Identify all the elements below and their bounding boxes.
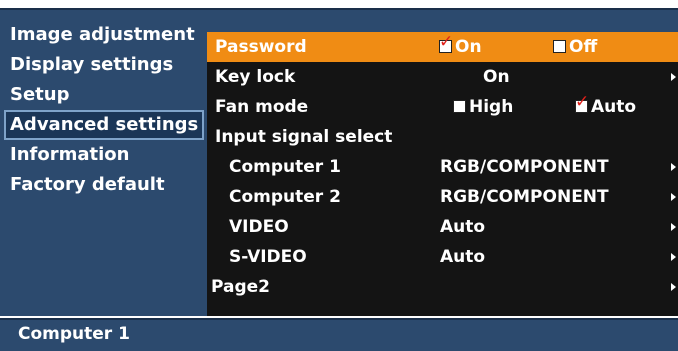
sidebar: Image adjustment Display settings Setup … xyxy=(4,20,204,200)
password-label: Password xyxy=(215,37,307,57)
video-row[interactable]: VIDEO Auto xyxy=(207,212,678,242)
sidebar-item-display-settings[interactable]: Display settings xyxy=(4,50,204,80)
video-value: Auto xyxy=(440,217,486,237)
sidebar-item-factory-default[interactable]: Factory default xyxy=(4,170,204,200)
checkbox-empty-icon xyxy=(553,40,566,53)
computer2-row[interactable]: Computer 2 RGB/COMPONENT xyxy=(207,182,678,212)
password-on-option[interactable]: On xyxy=(439,32,482,62)
checkbox-empty-icon xyxy=(453,100,466,113)
projector-osd: Image adjustment Display settings Setup … xyxy=(0,0,678,351)
fanmode-row[interactable]: Fan mode High Auto xyxy=(207,92,678,122)
input-signal-label: Input signal select xyxy=(215,127,393,147)
svideo-value: Auto xyxy=(440,247,486,267)
computer2-value: RGB/COMPONENT xyxy=(440,187,609,207)
submenu-arrow-icon xyxy=(671,73,676,81)
password-off-label: Off xyxy=(569,37,598,57)
submenu-arrow-icon xyxy=(671,193,676,201)
settings-panel: Password On Off Key lock On Fan mode Hig… xyxy=(207,32,678,316)
submenu-arrow-icon xyxy=(671,223,676,231)
submenu-arrow-icon xyxy=(671,163,676,171)
menu-frame: Image adjustment Display settings Setup … xyxy=(0,8,678,316)
page2-label: Page2 xyxy=(211,277,271,297)
sidebar-item-image-adjustment[interactable]: Image adjustment xyxy=(4,20,204,50)
sidebar-item-information[interactable]: Information xyxy=(4,140,204,170)
password-on-label: On xyxy=(455,37,482,57)
page2-row[interactable]: Page2 xyxy=(207,272,678,302)
svideo-row[interactable]: S-VIDEO Auto xyxy=(207,242,678,272)
current-source-label: Computer 1 xyxy=(18,324,130,344)
computer2-label: Computer 2 xyxy=(229,187,341,207)
computer1-value: RGB/COMPONENT xyxy=(440,157,609,177)
status-bar: Computer 1 xyxy=(0,318,678,351)
computer1-label: Computer 1 xyxy=(229,157,341,177)
fanmode-high-label: High xyxy=(469,97,514,117)
input-signal-row: Input signal select xyxy=(207,122,678,152)
fanmode-high-option[interactable]: High xyxy=(453,92,513,122)
sidebar-item-setup[interactable]: Setup xyxy=(4,80,204,110)
video-label: VIDEO xyxy=(229,217,289,237)
keylock-row[interactable]: Key lock On xyxy=(207,62,678,92)
password-row[interactable]: Password On Off xyxy=(207,32,678,62)
fanmode-label: Fan mode xyxy=(215,97,309,117)
checkbox-checked-icon xyxy=(439,32,453,53)
fanmode-auto-option[interactable]: Auto xyxy=(575,92,636,122)
sidebar-item-advanced-settings[interactable]: Advanced settings xyxy=(4,110,204,140)
checkbox-checked-icon xyxy=(575,92,589,113)
password-off-option[interactable]: Off xyxy=(553,32,597,62)
computer1-row[interactable]: Computer 1 RGB/COMPONENT xyxy=(207,152,678,182)
svideo-label: S-VIDEO xyxy=(229,247,307,267)
fanmode-auto-label: Auto xyxy=(591,97,637,117)
keylock-value: On xyxy=(483,67,510,87)
submenu-arrow-icon xyxy=(671,283,676,291)
submenu-arrow-icon xyxy=(671,253,676,261)
keylock-label: Key lock xyxy=(215,67,296,87)
